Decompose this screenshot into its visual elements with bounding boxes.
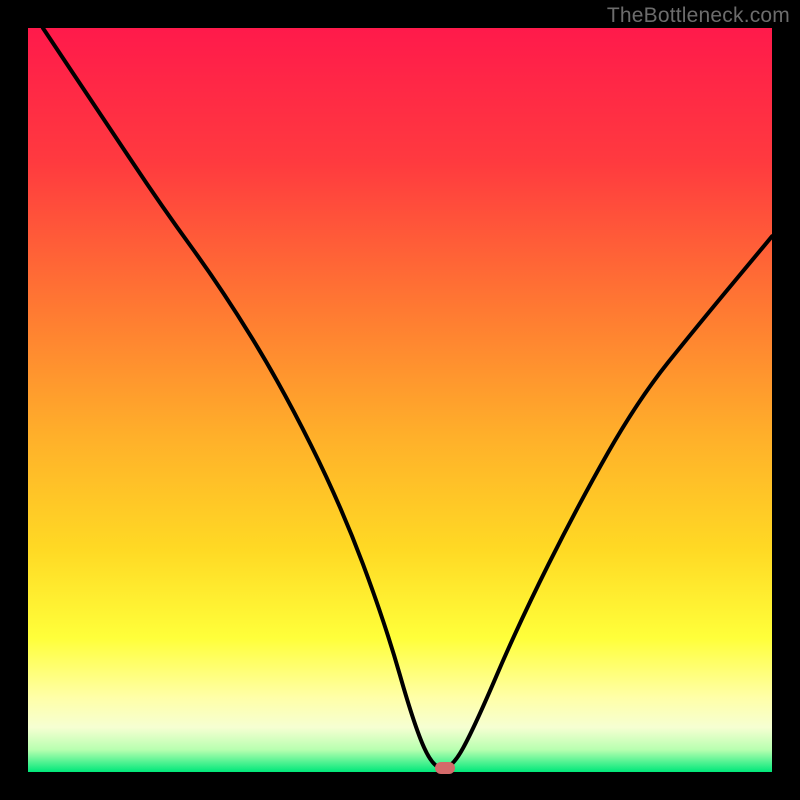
watermark-label: TheBottleneck.com [607,4,790,28]
plot-area [28,28,772,772]
chart-frame: TheBottleneck.com [0,0,800,800]
curve-path [43,28,772,768]
bottleneck-curve [28,28,772,772]
optimum-marker [435,762,455,774]
